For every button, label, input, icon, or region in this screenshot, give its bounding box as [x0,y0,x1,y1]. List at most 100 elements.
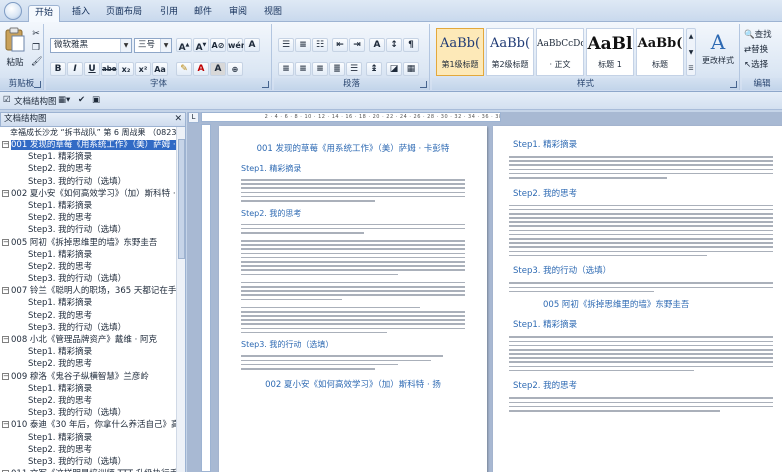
increase-indent-icon[interactable]: ⇥ [349,38,365,52]
font-size-combo[interactable]: 三号 ▼ [134,38,172,53]
style-heading-level-1[interactable]: AaBb( 第1级标题 [436,28,484,76]
align-right-icon[interactable]: ≡ [312,62,328,76]
select-button[interactable]: ↖选择 [743,57,781,70]
doc-map-step-item[interactable]: Step2. 我的思考 [0,310,185,322]
style-heading-level-2[interactable]: AaBb( 第2级标题 [486,28,534,76]
shrink-font-button[interactable]: A▼ [193,38,209,53]
numbering-icon[interactable]: ≡ [295,38,311,52]
tab-home[interactable]: 开始 [28,5,61,22]
bold-button[interactable]: B [50,62,66,76]
horizontal-ruler[interactable]: 2 · 4 · 6 · 8 · 10 · 12 · 14 · 16 · 18 ·… [201,112,501,122]
doc-map-step-item[interactable]: Step2. 我的思考 [0,444,185,456]
style-heading-1[interactable]: AaBl 标题 1 [586,28,634,76]
check-icon[interactable]: ✔ [78,95,85,105]
collapse-icon[interactable]: − [2,336,9,343]
format-painter-icon[interactable]: 🖌 [30,56,42,68]
tab-references[interactable]: 引用 [154,5,184,22]
borders-icon[interactable]: ▦ [403,62,419,76]
char-border-icon[interactable]: A [244,38,260,52]
collapse-icon[interactable]: − [2,372,9,380]
doc-map-checkbox[interactable]: ☑ [3,95,11,105]
shading-icon[interactable]: ◪ [386,62,402,76]
doc-map-step-item[interactable]: Step2. 我的思考 [0,395,185,407]
doc-map-step-item[interactable]: Step3. 我的行动（选填） [0,322,185,334]
paste-button[interactable]: 粘贴 [2,26,28,74]
doc-map-heading-item[interactable]: −010 泰迪《30 年后，你拿什么养活自己》高得诚 [0,419,185,431]
bullets-icon[interactable]: ☰ [278,38,294,52]
doc-map-step-item[interactable]: Step3. 我的行动（选填） [0,407,185,419]
doc-map-step-item[interactable]: Step1. 精彩摘录 [0,200,185,212]
document-page-1[interactable]: 001 发现的草莓《用系统工作》（美）萨姆 · 卡彭特 Step1. 精彩摘录 … [219,126,487,472]
change-case-button[interactable]: Aa [152,62,168,76]
font-color-button[interactable]: A [193,62,209,76]
copy-icon[interactable]: ❐ [30,42,42,54]
doc-map-heading-item[interactable]: −001 发现的草莓《用系统工作》（美）萨姆 · 卡彭特 [0,139,185,151]
find-button[interactable]: 🔍查找 [743,27,781,40]
tab-mailings[interactable]: 邮件 [188,5,218,22]
doc-map-step-item[interactable]: Step1. 精彩摘录 [0,151,185,163]
sort-icon[interactable]: ↕ [386,38,402,52]
collapse-icon[interactable]: − [2,238,9,246]
distributed-icon[interactable]: ☰ [346,62,362,76]
doc-map-step-item[interactable]: Step2. 我的思考 [0,163,185,175]
collapse-icon[interactable]: − [2,141,9,148]
change-styles-button[interactable]: A 更改样式 [698,28,738,76]
subscript-button[interactable]: x₂ [118,62,134,76]
doc-map-heading-item[interactable]: −007 铃兰《聪明人的职场，365 天都记在手帐里》 [0,285,185,297]
align-center-icon[interactable]: ≡ [295,62,311,76]
doc-map-step-item[interactable]: Step2. 我的思考 [0,212,185,224]
char-shading-icon[interactable]: A [210,62,226,76]
scrollbar-thumb[interactable] [178,139,185,259]
styles-launcher-icon[interactable] [730,81,737,88]
collapse-icon[interactable]: − [2,421,9,429]
document-page-2[interactable]: Step1. 精彩摘录 Step2. 我的思考 Step3. 我的行动（选填） … [493,126,782,472]
office-button[interactable] [4,2,22,20]
underline-button[interactable]: U [84,62,100,76]
grow-font-button[interactable]: A▲ [176,38,192,53]
doc-map-step-item[interactable]: Step3. 我的行动（选填） [0,176,185,188]
italic-button[interactable]: I [67,62,83,76]
justify-icon[interactable]: ≣ [329,62,345,76]
superscript-button[interactable]: x² [135,62,151,76]
font-name-combo[interactable]: 微软雅黑 ▼ [50,38,132,53]
strikethrough-button[interactable]: abe [101,62,117,76]
multilevel-list-icon[interactable]: ☷ [312,38,328,52]
tab-review[interactable]: 审阅 [223,5,253,22]
line-spacing-icon[interactable]: ↨ [366,62,382,76]
doc-map-step-item[interactable]: Step3. 我的行动（选填） [0,456,185,468]
collapse-icon[interactable]: − [2,189,9,197]
cut-icon[interactable]: ✂ [30,28,42,40]
doc-map-heading-item[interactable]: −008 小北《管理品牌资产》戴维 · 阿克 [0,334,185,346]
doc-map-step-item[interactable]: Step1. 精彩摘录 [0,249,185,261]
doc-map-step-item[interactable]: Step3. 我的行动（选填） [0,273,185,285]
doc-map-heading-item[interactable]: −005 阿初《拆掉思维里的墙》东野圭吾 [0,237,185,249]
tab-page-layout[interactable]: 页面布局 [100,5,148,22]
doc-map-step-item[interactable]: Step1. 精彩摘录 [0,346,185,358]
doc-map-toggle-label[interactable]: 文档结构图 [14,95,57,107]
show-marks-icon[interactable]: ¶ [403,38,419,52]
font-launcher-icon[interactable] [262,81,269,88]
doc-map-step-item[interactable]: Step1. 精彩摘录 [0,383,185,395]
picture-icon[interactable]: ▣ [92,95,100,105]
doc-map-step-item[interactable]: Step2. 我的思考 [0,261,185,273]
doc-map-heading-item[interactable]: −002 夏小安《如何高效学习》（加）斯科特 · 扬 [0,188,185,200]
style-gallery-scroll[interactable]: ▲ ▼ ☰ [686,28,696,76]
doc-map-step-item[interactable]: Step3. 我的行动（选填） [0,224,185,236]
doc-map-scrollbar[interactable] [176,127,185,472]
doc-map-step-item[interactable]: Step1. 精彩摘录 [0,297,185,309]
collapse-icon[interactable]: − [2,287,9,295]
clear-format-icon[interactable]: A⊘ [210,38,226,52]
phonetic-guide-icon[interactable]: wén [227,38,247,52]
chinese-layout-icon[interactable]: A [369,38,385,52]
replace-button[interactable]: ⇄替换 [743,42,781,55]
tab-selector-icon[interactable]: L [188,112,199,123]
tab-insert[interactable]: 插入 [66,5,96,22]
highlight-icon[interactable]: ✎ [176,62,192,76]
decrease-indent-icon[interactable]: ⇤ [332,38,348,52]
enclose-char-icon[interactable]: ⊕ [227,62,243,76]
style-normal[interactable]: AaBbCcDd · 正文 [536,28,584,76]
paragraph-launcher-icon[interactable] [420,81,427,88]
vertical-ruler[interactable] [201,124,211,472]
clipboard-launcher-icon[interactable] [34,81,41,88]
doc-map-step-item[interactable]: Step2. 我的思考 [0,358,185,370]
